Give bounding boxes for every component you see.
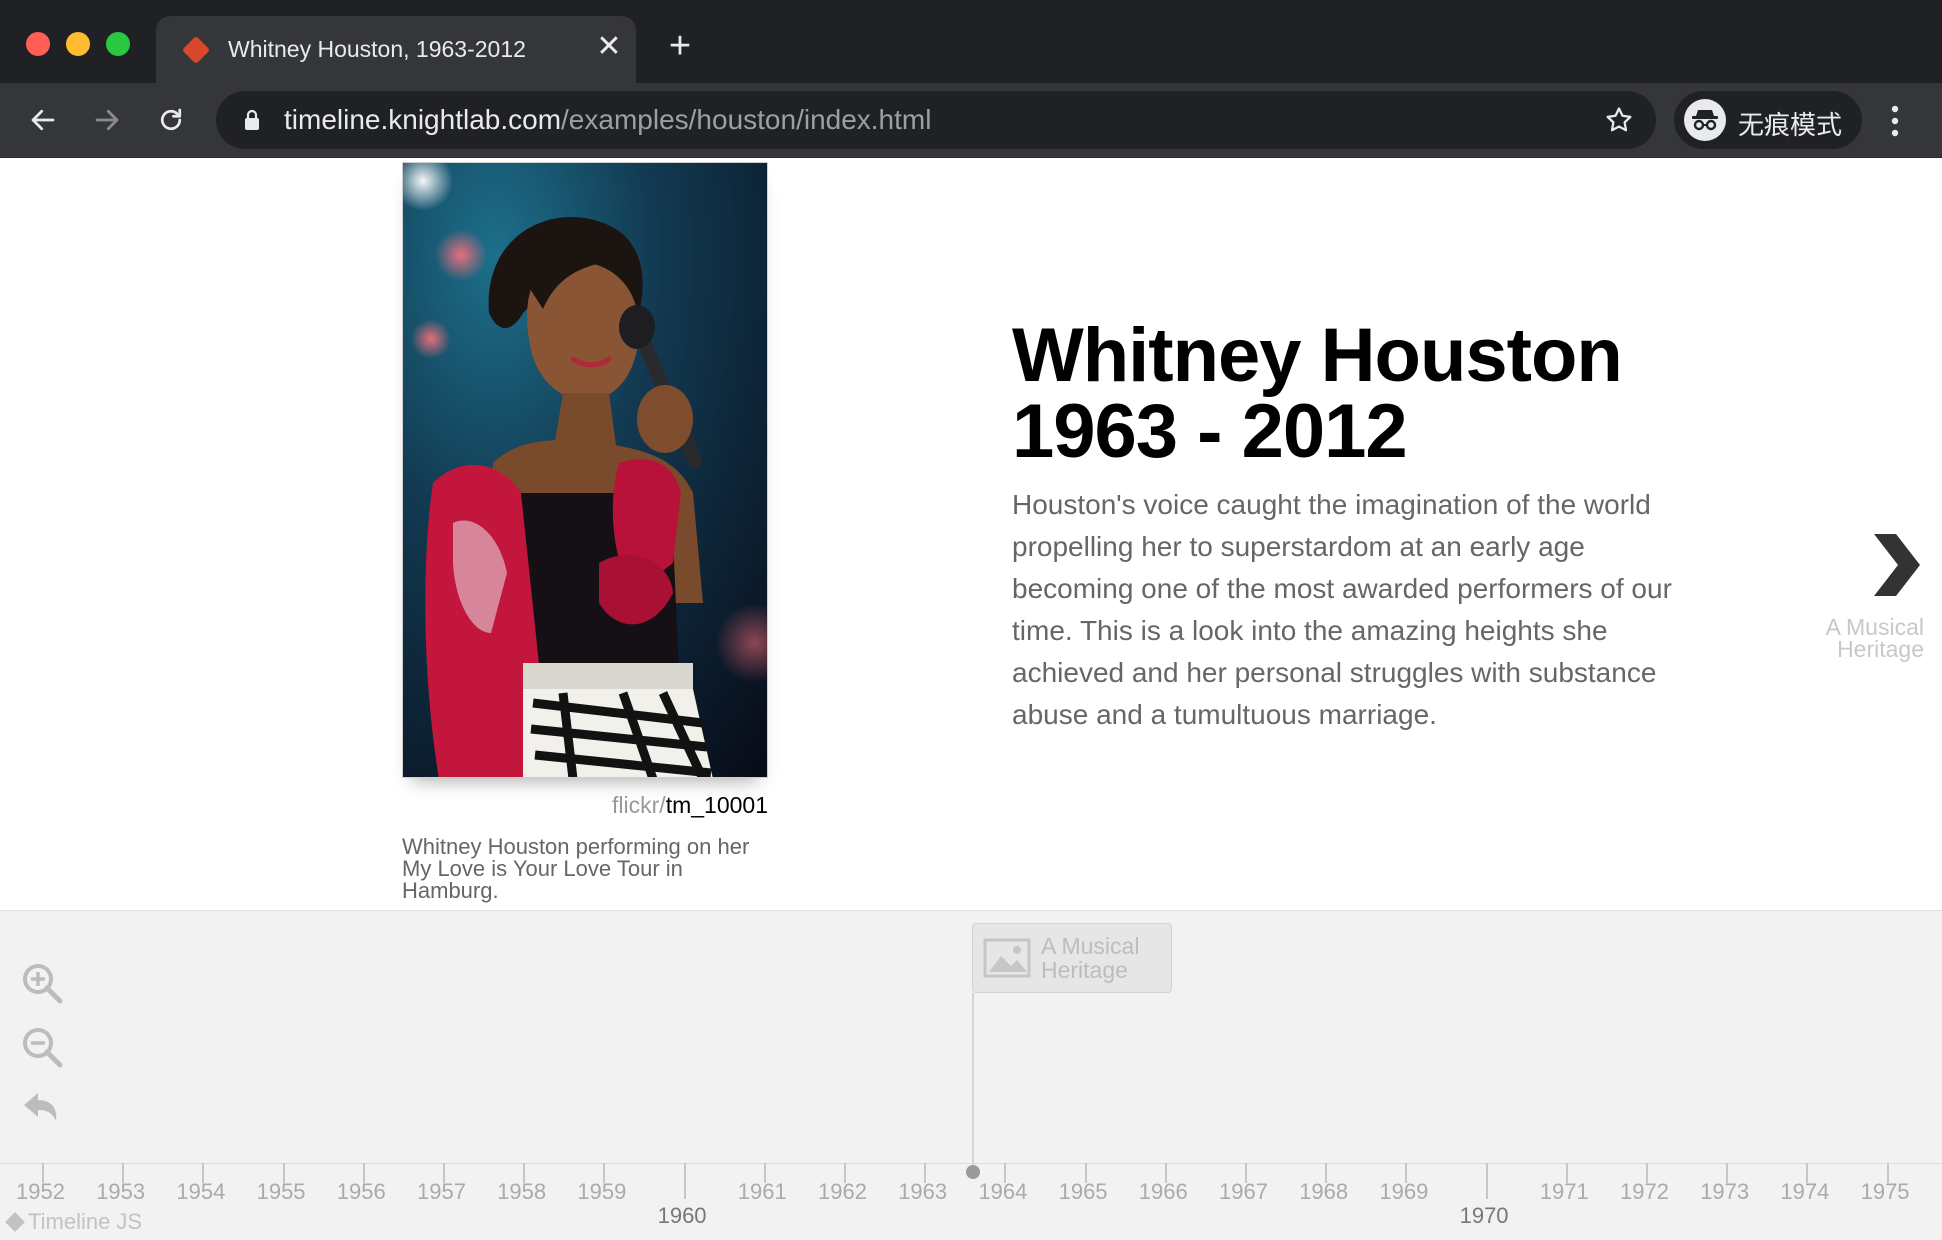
browser-tab-active[interactable]: Whitney Houston, 1963-2012 ✕ xyxy=(156,16,636,83)
slide-description: Houston's voice caught the imagination o… xyxy=(1012,489,1672,730)
minimize-window-button[interactable] xyxy=(66,32,90,56)
timelinejs-logo-icon xyxy=(5,1212,25,1232)
forward-button[interactable] xyxy=(84,97,130,143)
incognito-icon xyxy=(1684,99,1726,141)
year-label: 1952 xyxy=(16,1179,65,1204)
year-label: 1963 xyxy=(898,1179,948,1204)
image-icon xyxy=(983,938,1031,978)
media-caption: Whitney Houston performing on her My Lov… xyxy=(402,834,750,903)
year-label: 1968 xyxy=(1299,1179,1349,1204)
marker-line xyxy=(972,993,974,1173)
zoom-out-icon xyxy=(23,1028,63,1068)
arrow-left-icon xyxy=(31,109,55,131)
zoom-in-icon xyxy=(23,964,63,1004)
year-label: 1956 xyxy=(336,1179,386,1204)
tab-close-icon[interactable]: ✕ xyxy=(592,30,626,64)
timelinejs-brand[interactable]: Timeline JS xyxy=(4,1209,142,1235)
year-tick xyxy=(1485,1163,1488,1199)
year-label: 1953 xyxy=(96,1179,146,1204)
time-axis xyxy=(0,1163,1942,1164)
year-label: 1971 xyxy=(1539,1179,1589,1204)
marker-label: A Musical Heritage xyxy=(1041,933,1140,983)
current-position-dot xyxy=(966,1165,980,1179)
year-label: 1957 xyxy=(417,1179,466,1204)
year-label: 1966 xyxy=(1138,1179,1188,1204)
address-bar[interactable]: timeline.knightlab.com/examples/houston/… xyxy=(216,91,1656,149)
headline-years: 1963 - 2012 xyxy=(1012,389,1408,474)
timeline-marker-musical-heritage[interactable]: A Musical Heritage xyxy=(972,923,1172,993)
year-label: 1967 xyxy=(1219,1179,1268,1204)
incognito-label: 无痕模式 xyxy=(1738,111,1843,141)
url-host: timeline.knightlab.com xyxy=(284,104,562,135)
year-label: 1974 xyxy=(1780,1179,1830,1204)
year-label: 1965 xyxy=(1058,1179,1108,1204)
reload-icon xyxy=(160,108,182,131)
year-label: 1958 xyxy=(497,1179,547,1204)
new-tab-button[interactable]: + xyxy=(660,27,700,68)
timeline-slide: flickr/tm_10001 Whitney Houston performi… xyxy=(0,158,1942,910)
year-label: 1972 xyxy=(1620,1179,1669,1204)
year-label: 1964 xyxy=(978,1179,1028,1204)
performer-photo xyxy=(402,162,768,778)
zoom-in-button[interactable] xyxy=(20,961,64,1005)
incognito-indicator[interactable]: 无痕模式 xyxy=(1674,91,1862,149)
year-label: 1961 xyxy=(737,1179,787,1204)
url-path: /examples/houston/index.html xyxy=(561,104,932,135)
credit-author[interactable]: tm_10001 xyxy=(666,792,768,818)
arrow-right-icon xyxy=(95,109,119,131)
zoom-out-button[interactable] xyxy=(20,1025,64,1069)
browser-menu-icon[interactable] xyxy=(1880,101,1910,141)
year-tick xyxy=(683,1163,686,1199)
back-to-start-button[interactable] xyxy=(20,1087,64,1131)
bookmark-star-icon[interactable] xyxy=(1604,105,1634,135)
next-slide-chevron-icon[interactable] xyxy=(1868,530,1924,600)
slide-headline: Whitney Houston 1963 - 2012 xyxy=(1012,318,1772,470)
year-label: 1955 xyxy=(256,1179,306,1204)
reload-button[interactable] xyxy=(148,97,194,143)
headline-name: Whitney Houston xyxy=(1012,313,1623,398)
year-label: 1973 xyxy=(1700,1179,1750,1204)
tab-title: Whitney Houston, 1963-2012 xyxy=(228,36,526,62)
year-label: 1962 xyxy=(818,1179,867,1204)
browser-titlebar: Whitney Houston, 1963-2012 ✕ + xyxy=(0,0,1942,83)
maximize-window-button[interactable] xyxy=(106,32,130,56)
next-slide-label[interactable]: A Musical Heritage xyxy=(1796,616,1924,661)
url-text: timeline.knightlab.com/examples/houston/… xyxy=(284,104,931,136)
credit-source: flickr/ xyxy=(612,792,666,818)
back-button[interactable] xyxy=(20,97,66,143)
year-label: 1954 xyxy=(176,1179,226,1204)
media-credit: flickr/tm_10001 xyxy=(402,792,768,819)
lock-icon xyxy=(245,109,259,130)
timeline-navigation: A Musical Heritage 1952 1953 1954 1955 1956 1… xyxy=(0,910,1942,1240)
year-label: 1970 xyxy=(1459,1203,1509,1228)
brand-label: Timeline JS xyxy=(28,1209,143,1234)
year-label: 1975 xyxy=(1860,1179,1910,1204)
year-label: 1959 xyxy=(577,1179,627,1204)
timeline-favicon-icon xyxy=(181,35,211,65)
year-label: 1960 xyxy=(657,1203,707,1228)
year-label: 1969 xyxy=(1379,1179,1429,1204)
close-window-button[interactable] xyxy=(26,32,50,56)
return-arrow-icon xyxy=(24,1093,57,1121)
browser-toolbar: timeline.knightlab.com/examples/houston/… xyxy=(0,83,1942,158)
